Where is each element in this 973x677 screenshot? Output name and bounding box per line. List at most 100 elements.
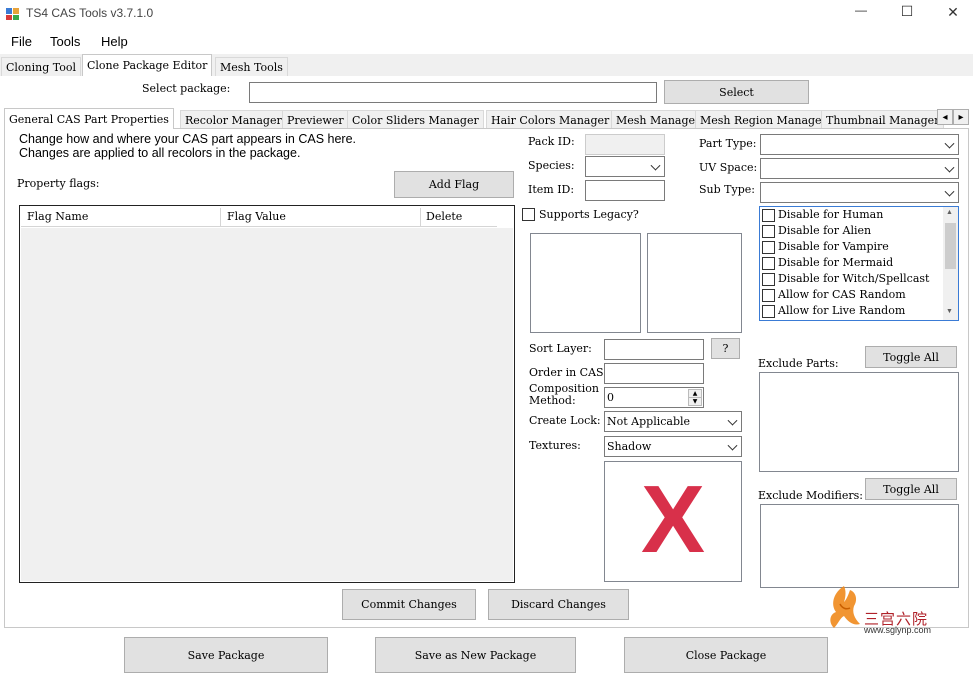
scrollbar-thumb[interactable]: [945, 223, 956, 269]
exclude-parts-list[interactable]: [759, 372, 959, 472]
discard-changes-button[interactable]: Discard Changes: [488, 589, 629, 620]
disable-mermaid-label: Disable for Mermaid: [778, 256, 894, 269]
pack-id-field: [585, 134, 665, 155]
tab-cloning-tool[interactable]: Cloning Tool: [1, 57, 82, 76]
swatch-preview-right: [647, 233, 742, 333]
scroll-up-arrow-icon[interactable]: ▲: [946, 209, 953, 216]
property-flags-label: Property flags:: [17, 177, 100, 190]
column-flag-value[interactable]: Flag Value: [227, 210, 286, 223]
composition-method-stepper[interactable]: 0 ▲ ▼: [604, 387, 704, 408]
disable-mermaid-checkbox[interactable]: [762, 257, 775, 270]
close-window-button[interactable]: ✕: [942, 4, 964, 21]
chevron-down-icon: [944, 138, 955, 149]
part-type-dropdown[interactable]: [760, 134, 959, 155]
menu-help[interactable]: Help: [101, 34, 128, 49]
disable-alien-checkbox[interactable]: [762, 225, 775, 238]
exclude-modifiers-toggle-all-button[interactable]: Toggle All: [865, 478, 957, 500]
sub-type-dropdown[interactable]: [760, 182, 959, 203]
order-in-cas-field[interactable]: [604, 363, 704, 384]
exclude-parts-label: Exclude Parts:: [758, 357, 839, 370]
disable-witch-checkbox[interactable]: [762, 273, 775, 286]
minimize-button[interactable]: —: [850, 3, 872, 17]
allow-live-random-checkbox[interactable]: [762, 305, 775, 318]
chevron-down-icon: [650, 160, 661, 171]
disable-vampire-label: Disable for Vampire: [778, 240, 889, 253]
tab-clone-package-editor[interactable]: Clone Package Editor: [82, 54, 213, 76]
intro-line-2: Changes are applied to all recolors in t…: [19, 146, 301, 160]
textures-dropdown[interactable]: Shadow: [604, 436, 742, 457]
commit-changes-button[interactable]: Commit Changes: [342, 589, 476, 620]
tab-color-sliders-manager[interactable]: Color Sliders Manager: [347, 110, 484, 129]
composition-method-label-2: Method:: [529, 394, 576, 407]
create-lock-value: Not Applicable: [607, 415, 691, 428]
tab-previewer[interactable]: Previewer: [282, 110, 349, 129]
intro-line-1: Change how and where your CAS part appea…: [19, 132, 356, 146]
species-dropdown[interactable]: [585, 156, 665, 177]
exclude-modifiers-label: Exclude Modifiers:: [758, 489, 863, 502]
uv-space-label: UV Space:: [699, 161, 758, 174]
tab-mesh-region-manager[interactable]: Mesh Region Manager: [695, 110, 832, 129]
create-lock-dropdown[interactable]: Not Applicable: [604, 411, 742, 432]
add-flag-button[interactable]: Add Flag: [394, 171, 514, 198]
watermark-phoenix-icon: [824, 582, 864, 636]
stepper-down-button[interactable]: ▼: [688, 397, 702, 406]
species-label: Species:: [528, 159, 575, 172]
sort-layer-field[interactable]: [604, 339, 704, 360]
disable-vampire-checkbox[interactable]: [762, 241, 775, 254]
occult-flags-list[interactable]: Disable for Human Disable for Alien Disa…: [759, 206, 959, 321]
scroll-down-arrow-icon[interactable]: ▼: [946, 308, 953, 315]
uv-space-dropdown[interactable]: [760, 158, 959, 179]
chevron-down-icon: [944, 162, 955, 173]
tab-hair-colors-manager[interactable]: Hair Colors Manager: [486, 110, 615, 129]
window-title: TS4 CAS Tools v3.7.1.0: [26, 6, 154, 20]
close-package-button[interactable]: Close Package: [624, 637, 828, 673]
tab-scroll-right-button[interactable]: ▸: [953, 109, 969, 125]
tab-mesh-tools[interactable]: Mesh Tools: [215, 57, 288, 76]
column-delete[interactable]: Delete: [426, 210, 462, 223]
maximize-button[interactable]: ☐: [896, 3, 918, 20]
exclude-modifiers-list[interactable]: [760, 504, 959, 588]
app-icon: [6, 8, 20, 20]
sort-layer-label: Sort Layer:: [529, 342, 592, 355]
order-in-cas-label: Order in CAS:: [529, 366, 608, 379]
save-as-new-package-button[interactable]: Save as New Package: [375, 637, 576, 673]
menu-bar: File Tools Help: [0, 30, 973, 54]
missing-image-x-icon: X: [640, 466, 706, 573]
chevron-down-icon: [944, 186, 955, 197]
tab-thumbnail-manager[interactable]: Thumbnail Manager: [821, 110, 945, 129]
occult-list-scrollbar[interactable]: ▲ ▼: [943, 207, 958, 320]
title-bar: TS4 CAS Tools v3.7.1.0 — ☐ ✕: [0, 0, 973, 28]
watermark: 三宫六院 www.sglynp.com: [822, 582, 972, 640]
pack-id-label: Pack ID:: [528, 135, 575, 148]
supports-legacy-checkbox[interactable]: [522, 208, 535, 221]
chevron-down-icon: [727, 440, 738, 451]
column-flag-name[interactable]: Flag Name: [27, 210, 88, 223]
create-lock-label: Create Lock:: [529, 414, 601, 427]
swatch-preview-left: [530, 233, 641, 333]
save-package-button[interactable]: Save Package: [124, 637, 328, 673]
select-package-button[interactable]: Select: [664, 80, 809, 104]
texture-preview: X: [604, 461, 742, 582]
tab-scroll-left-button[interactable]: ◂: [937, 109, 953, 125]
menu-file[interactable]: File: [11, 34, 32, 49]
select-package-label: Select package:: [142, 82, 231, 95]
watermark-url: www.sglynp.com: [864, 625, 932, 635]
chevron-down-icon: [727, 415, 738, 426]
part-type-label: Part Type:: [699, 137, 757, 150]
flags-grid[interactable]: Flag Name Flag Value Delete: [19, 205, 515, 583]
exclude-parts-toggle-all-button[interactable]: Toggle All: [865, 346, 957, 368]
item-id-field[interactable]: [585, 180, 665, 201]
tab-general-cas-part-properties[interactable]: General CAS Part Properties: [4, 108, 174, 129]
package-path-input[interactable]: [249, 82, 657, 103]
allow-cas-random-checkbox[interactable]: [762, 289, 775, 302]
sort-layer-help-button[interactable]: ?: [711, 338, 740, 359]
tab-mesh-manager[interactable]: Mesh Manager: [611, 110, 706, 129]
allow-cas-random-label: Allow for CAS Random: [778, 288, 906, 301]
disable-human-checkbox[interactable]: [762, 209, 775, 222]
tab-recolor-manager[interactable]: Recolor Manager: [180, 110, 287, 129]
sub-type-label: Sub Type:: [699, 183, 755, 196]
disable-alien-label: Disable for Alien: [778, 224, 872, 237]
menu-tools[interactable]: Tools: [50, 34, 80, 49]
supports-legacy-label: Supports Legacy?: [539, 208, 639, 221]
disable-human-label: Disable for Human: [778, 208, 884, 221]
